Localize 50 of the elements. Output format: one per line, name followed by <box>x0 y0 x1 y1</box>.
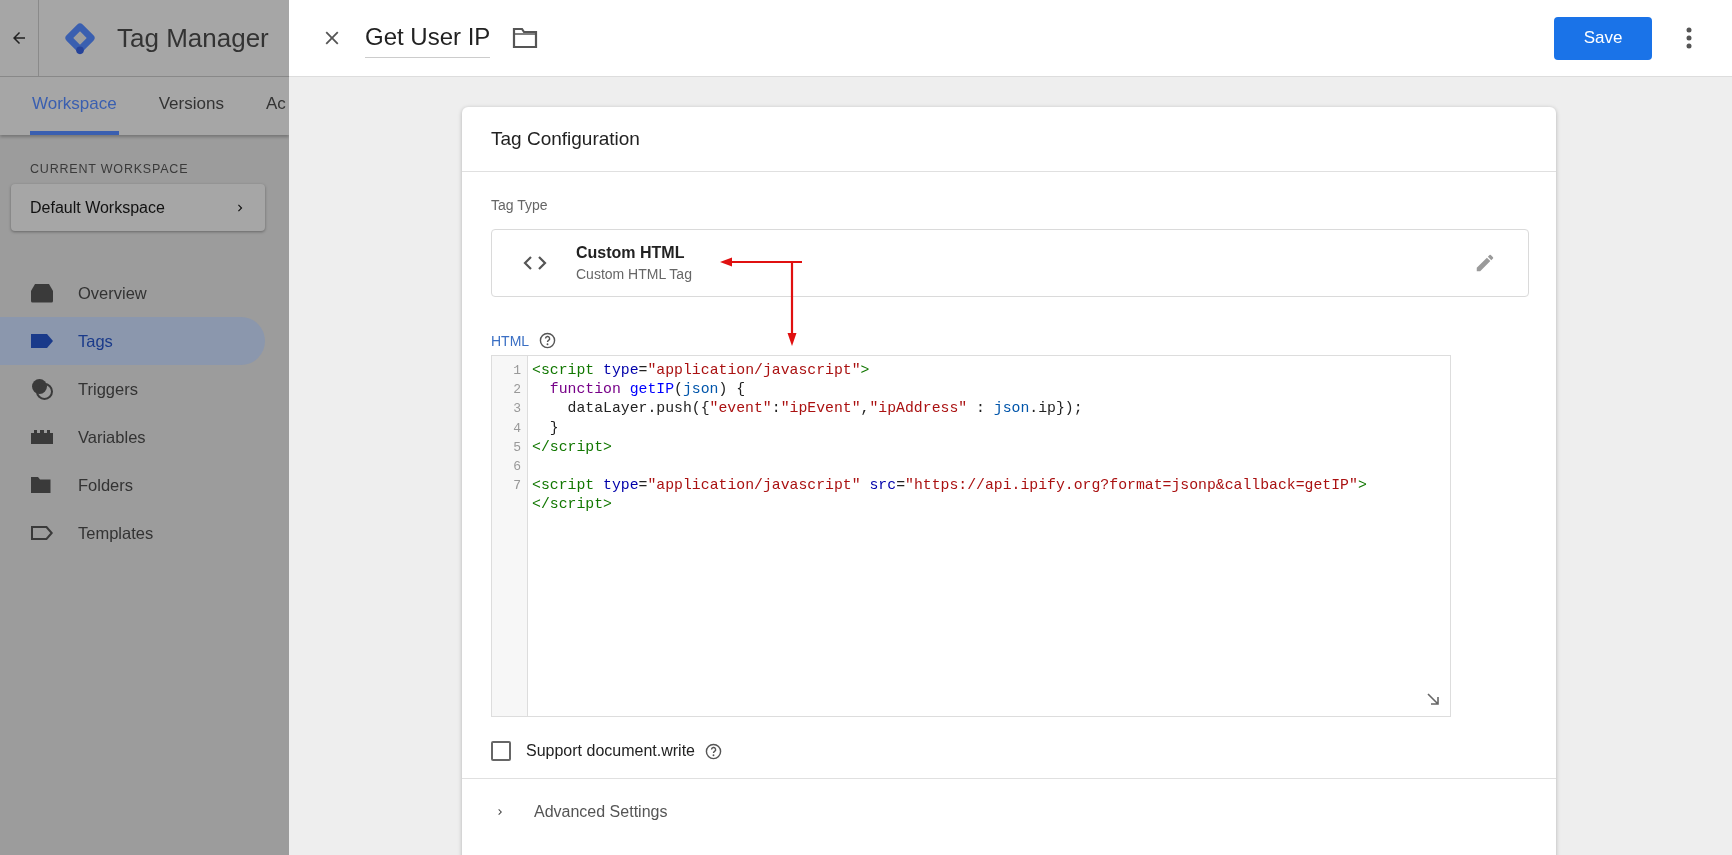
nav-item[interactable]: Folders <box>0 461 265 509</box>
nav-item[interactable]: Variables <box>0 413 265 461</box>
nav-item[interactable]: Overview <box>0 269 265 317</box>
folder-icon[interactable] <box>512 27 539 49</box>
nav-item[interactable]: Templates <box>0 509 265 557</box>
line-number: 7 <box>513 478 521 494</box>
line-number: 1 <box>513 363 521 378</box>
line-number: 5 <box>513 439 521 455</box>
tag-type-selector[interactable]: Custom HTML Custom HTML Tag <box>491 229 1529 297</box>
line-number: 6 <box>513 458 521 474</box>
tab[interactable]: Ac <box>263 77 288 135</box>
app-title: Tag Manager <box>117 22 269 54</box>
resize-handle-icon[interactable] <box>1426 692 1440 706</box>
code-line: function getIP(json) { <box>548 381 746 398</box>
line-number: 2 <box>513 382 521 398</box>
section-label: CURRENT WORKSPACE <box>30 162 190 176</box>
help-icon[interactable] <box>705 742 722 760</box>
advanced-settings-toggle[interactable]: Advanced Settings <box>462 778 1556 844</box>
folder-icon <box>30 476 52 494</box>
code-line: </script> <box>532 496 612 513</box>
code-line: <script type="application/javascript"> <box>532 362 870 378</box>
triggers-icon <box>30 377 54 401</box>
workspace-selector[interactable]: Default Workspace <box>11 184 265 231</box>
brick-icon <box>30 429 54 445</box>
line-number: 3 <box>513 401 521 417</box>
tag-outline-icon <box>30 525 54 541</box>
code-line: } <box>548 419 559 436</box>
save-button[interactable]: Save <box>1554 16 1652 60</box>
checkbox-label: Support document.write <box>526 742 695 760</box>
code-line: dataLayer.push({"event":"ipEvent","ipAddress" : json.ip}); <box>566 400 1083 417</box>
tray-icon <box>30 283 54 303</box>
card-title: Tag Configuration <box>462 107 1556 172</box>
line-number: 4 <box>513 420 521 436</box>
field-label: Tag Type <box>491 197 549 213</box>
tag-type-name: Custom HTML <box>576 244 686 262</box>
code-line: <script type="application/javascript" src="https://api.ipify.org?format=jsonp&callback=getIP"> <box>532 477 1367 494</box>
checkbox[interactable] <box>491 741 511 761</box>
code-brackets-icon <box>522 255 548 271</box>
tab[interactable]: Versions <box>156 77 226 135</box>
nav-item[interactable]: Tags <box>0 317 265 365</box>
field-label: HTML <box>491 332 530 349</box>
tag-type-description: Custom HTML Tag <box>576 266 692 282</box>
help-icon[interactable] <box>539 332 557 349</box>
tag-name-field[interactable]: Get User IP <box>365 18 491 58</box>
more-menu-icon[interactable] <box>1686 27 1692 49</box>
code-line: </script> <box>532 438 612 455</box>
tag-icon <box>30 333 54 349</box>
pencil-icon[interactable] <box>1474 252 1496 274</box>
nav-item[interactable]: Triggers <box>0 365 265 413</box>
tab[interactable]: Workspace <box>30 77 119 135</box>
